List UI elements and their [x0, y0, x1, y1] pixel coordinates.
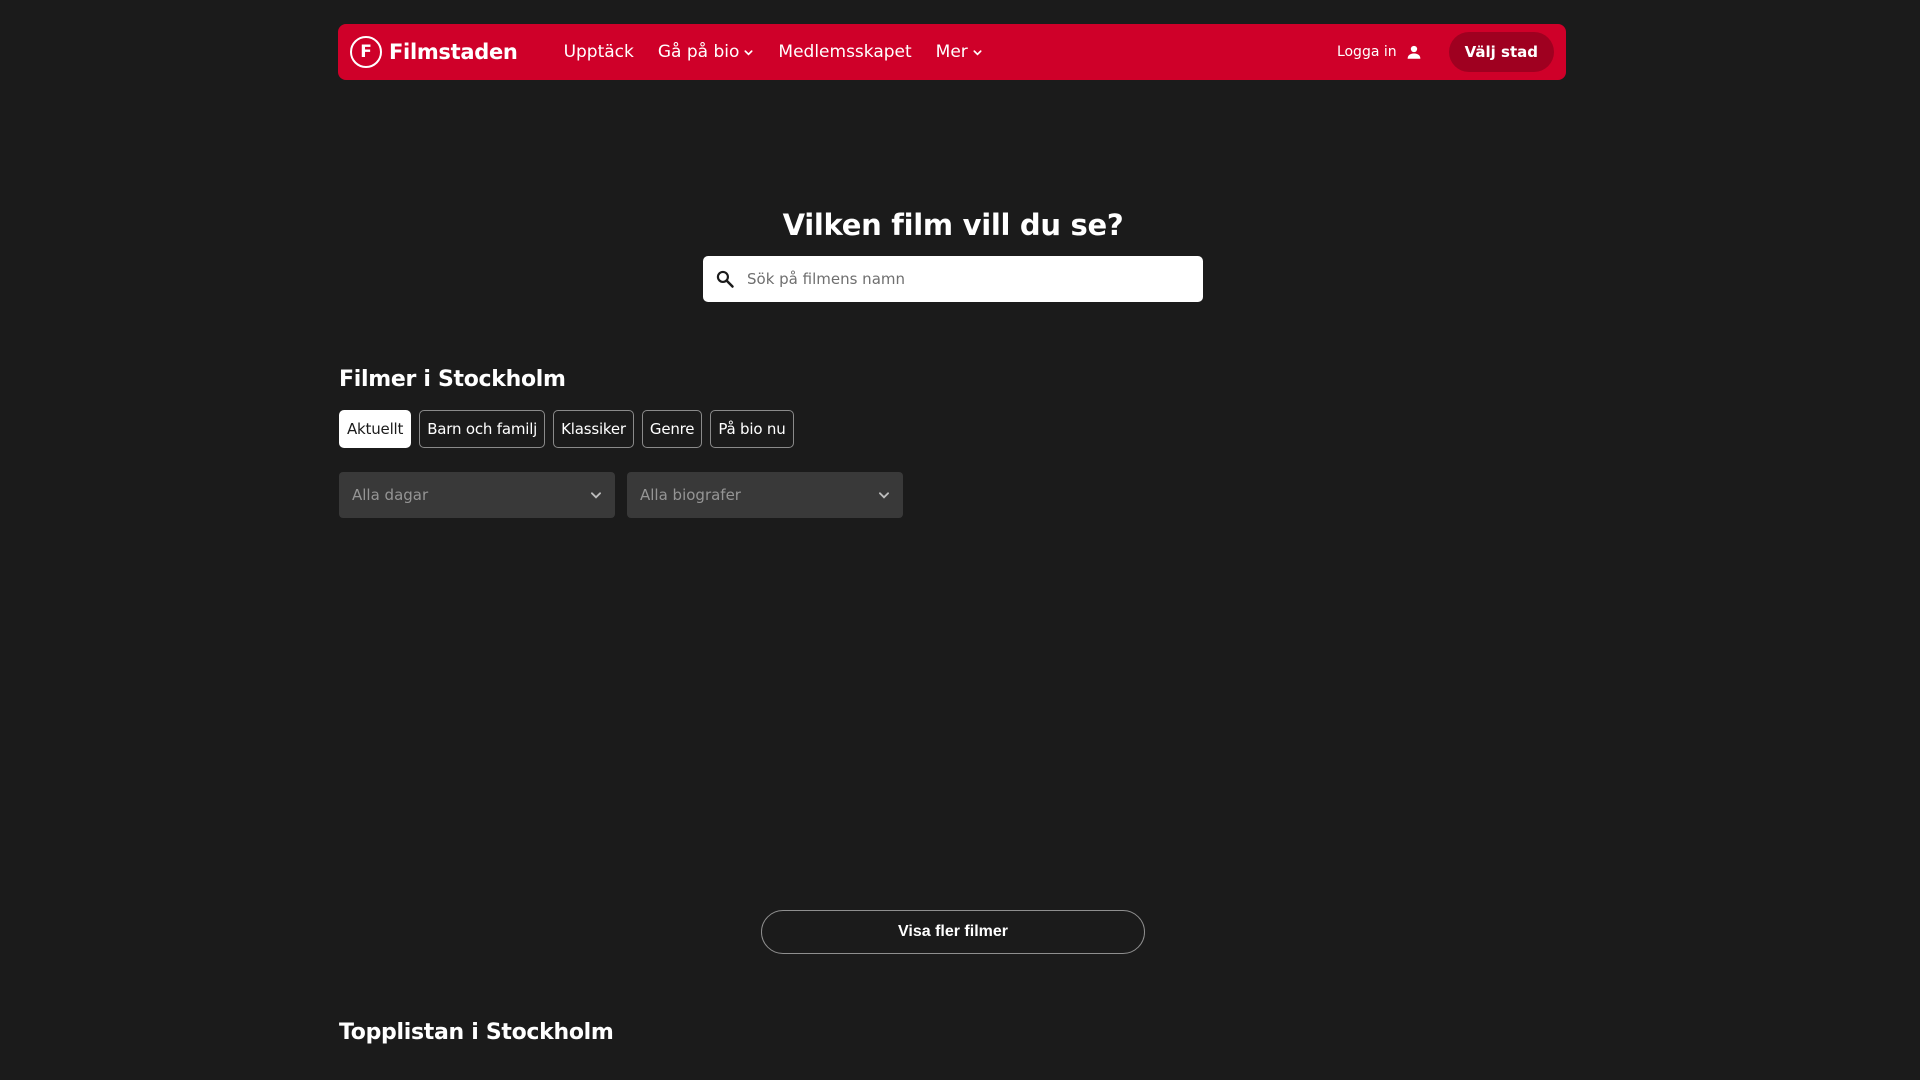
nav-link-label: Medlemsskapet [778, 42, 912, 62]
chip-aktuellt[interactable]: Aktuellt [339, 410, 412, 448]
search-icon [716, 270, 734, 288]
nav-link-label: Mer [935, 42, 968, 62]
hero-title: Vilken film vill du se? [782, 208, 1124, 242]
nav-link-label: Gå på bio [657, 42, 740, 62]
nav-link-ga-pa-bio[interactable]: Gå på bio [658, 42, 755, 62]
filmstaden-logo[interactable]: F Filmstaden [350, 36, 518, 68]
chevron-down-icon [744, 49, 753, 56]
chip-genre[interactable]: Genre [641, 410, 703, 448]
nav-link-medlemsskapet[interactable]: Medlemsskapet [778, 42, 911, 62]
choose-city-button[interactable]: Välj stad [1448, 32, 1554, 72]
chip-klassiker[interactable]: Klassiker [553, 410, 634, 448]
chip-pa-bio-nu[interactable]: På bio nu [710, 410, 794, 448]
chevron-down-icon [590, 492, 602, 499]
chevron-down-icon [878, 492, 890, 499]
nav-right: Logga in Välj stad [1337, 32, 1554, 72]
chevron-down-icon [973, 49, 982, 56]
nav-links: Upptäck Gå på bio Medlemsskapet Mer [564, 42, 983, 62]
logo-text: Filmstaden [389, 40, 518, 64]
search-box[interactable] [703, 256, 1203, 302]
login-label: Logga in [1336, 44, 1397, 60]
category-chips: Aktuellt Barn och familj Klassiker Genre… [339, 410, 794, 448]
top-navigation: F Filmstaden Upptäck Gå på bio Medlemssk… [338, 24, 1566, 80]
films-section-title: Filmer i Stockholm [339, 367, 566, 392]
nav-link-mer[interactable]: Mer [936, 42, 983, 62]
search-input[interactable] [747, 270, 1191, 288]
days-select-value: Alla dagar [352, 486, 429, 504]
user-icon [1407, 45, 1420, 59]
show-more-films-button[interactable]: Visa fler filmer [761, 910, 1145, 954]
chip-barn-och-familj[interactable]: Barn och familj [419, 410, 546, 448]
nav-link-upptack[interactable]: Upptäck [564, 42, 634, 62]
cinemas-select[interactable]: Alla biografer [627, 472, 903, 518]
toplist-section-title: Topplistan i Stockholm [339, 1020, 614, 1045]
days-select[interactable]: Alla dagar [339, 472, 615, 518]
logo-mark: F [350, 36, 382, 68]
nav-link-label: Upptäck [563, 42, 634, 62]
filter-selects: Alla dagar Alla biografer [339, 472, 903, 518]
cinemas-select-value: Alla biografer [640, 486, 741, 504]
login-link[interactable]: Logga in [1337, 43, 1423, 61]
